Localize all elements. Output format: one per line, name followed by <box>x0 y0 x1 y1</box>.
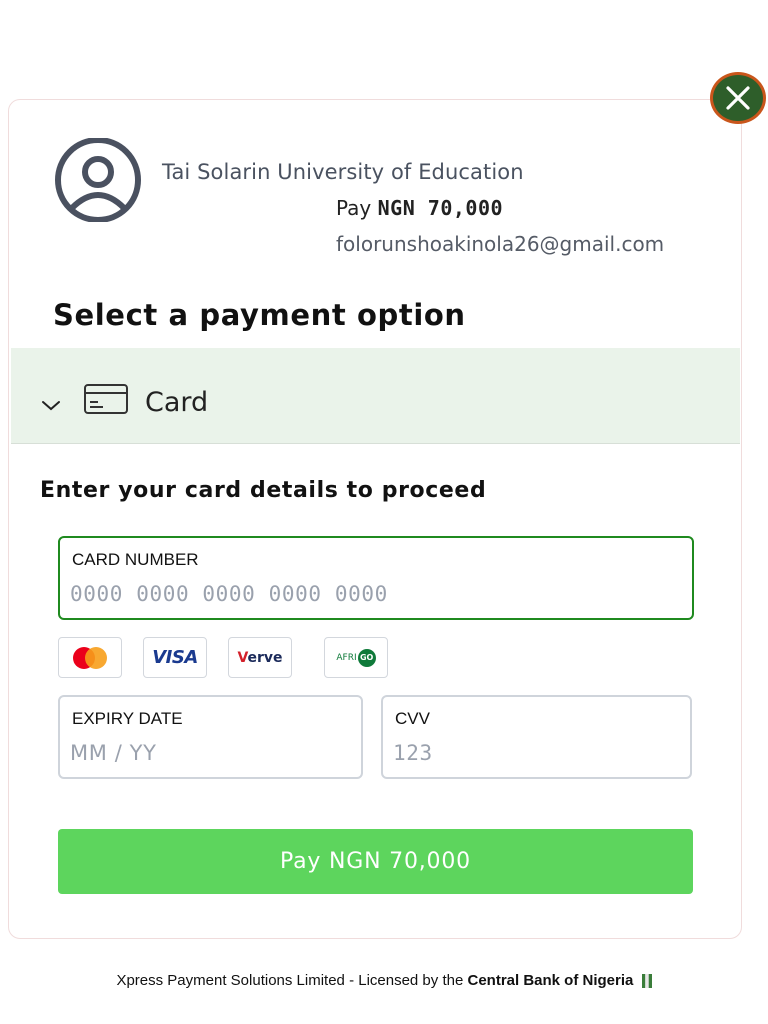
cvv-label: CVV <box>395 709 430 728</box>
mastercard-icon <box>73 646 107 669</box>
customer-email: folorunshoakinola26@gmail.com <box>336 232 665 256</box>
verve-text: Verve <box>237 649 283 666</box>
footer-text: Xpress Payment Solutions Limited - Licen… <box>116 972 464 989</box>
expiry-date-field[interactable]: EXPIRY DATE <box>58 695 363 779</box>
credit-card-icon <box>84 384 128 414</box>
visa-text: VISA <box>152 647 198 668</box>
card-number-field[interactable]: CARD NUMBER <box>58 536 694 620</box>
visa-logo: VISA <box>143 637 207 678</box>
expiry-date-label: EXPIRY DATE <box>72 709 183 728</box>
pay-amount: Pay NGN 70,000 <box>336 196 503 220</box>
close-button[interactable] <box>710 72 766 124</box>
mastercard-logo <box>58 637 122 678</box>
close-icon <box>726 86 750 110</box>
afrigo-logo: AFRI GO <box>324 637 388 678</box>
user-avatar-icon <box>55 138 141 222</box>
footer-bold: Central Bank of Nigeria <box>467 972 634 989</box>
card-number-label: CARD NUMBER <box>72 550 199 569</box>
payment-modal <box>8 99 742 939</box>
amount-value: NGN 70,000 <box>377 196 504 220</box>
cvv-field[interactable]: CVV <box>381 695 692 779</box>
pay-button[interactable]: Pay NGN 70,000 <box>58 829 693 894</box>
card-form-title: Enter your card details to proceed <box>40 478 487 503</box>
chevron-down-icon[interactable] <box>40 398 62 412</box>
footer-license: Xpress Payment Solutions Limited - Licen… <box>0 972 768 989</box>
card-number-input[interactable] <box>68 576 684 612</box>
section-title: Select a payment option <box>53 298 466 332</box>
pay-prefix: Pay <box>336 196 372 220</box>
afrigo-text: AFRI GO <box>336 648 376 667</box>
merchant-name: Tai Solarin University of Education <box>162 160 524 184</box>
payment-option-label: Card <box>145 387 209 418</box>
cvv-input[interactable] <box>391 735 682 771</box>
verve-logo: Verve <box>228 637 292 678</box>
nigeria-flag-icon <box>641 974 652 989</box>
expiry-date-input[interactable] <box>68 735 353 771</box>
